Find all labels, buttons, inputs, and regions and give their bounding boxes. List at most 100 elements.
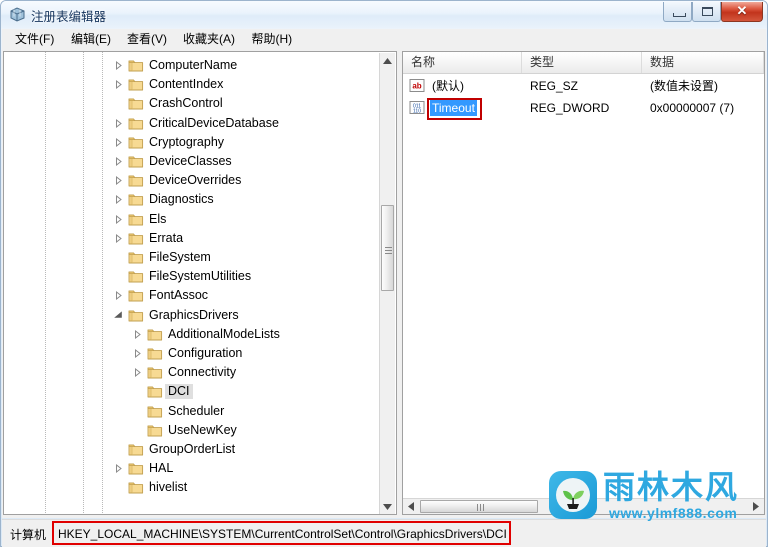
chevron-right-icon[interactable] [114,61,123,70]
chevron-right-icon[interactable] [114,80,123,90]
tree-item-hal[interactable]: HAL [4,459,381,478]
chevron-right-icon[interactable] [114,118,123,128]
tree-item-scheduler[interactable]: Scheduler [4,402,381,421]
chevron-right-icon[interactable] [114,176,123,186]
regedit-icon [9,6,26,23]
tree-item-label: DCI [165,384,193,400]
tree-item-additionalmodelists[interactable]: AdditionalModeLists [4,325,381,344]
chevron-right-icon[interactable] [114,291,123,301]
registry-tree-panel[interactable]: ComputerName ContentIndex CrashControl Crit… [3,51,397,515]
chevron-right-icon[interactable] [114,137,123,147]
tree-item-deviceclasses[interactable]: DeviceClasses [4,152,381,171]
title-bar[interactable]: 注册表编辑器 ✕ [1,1,767,28]
folder-icon [128,135,144,150]
folder-icon [128,192,144,207]
value-row[interactable]: ab (默认) REG_SZ (数值未设置) [403,75,764,97]
folder-icon [147,384,163,399]
tree-item-usenewkey[interactable]: UseNewKey [4,421,381,440]
tree-item-configuration[interactable]: Configuration [4,344,381,363]
chevron-right-icon[interactable] [133,329,142,339]
tree-item-label: AdditionalModeLists [168,326,280,341]
tree-item-deviceoverrides[interactable]: DeviceOverrides [4,171,381,190]
folder-icon [147,327,163,342]
value-row[interactable]: 011 110 Timeout REG_DWORD 0x00000007 (7) [403,97,764,119]
svg-text:110: 110 [413,108,421,114]
tree-item-label: Cryptography [149,134,225,149]
chevron-right-icon[interactable] [114,157,123,166]
folder-icon [128,116,144,131]
folder-icon [128,461,144,476]
chevron-left-icon [408,502,414,511]
string-value-icon: ab [409,78,425,93]
menu-file[interactable]: 文件(F) [10,31,59,48]
tree-item-contentindex[interactable]: ContentIndex [4,75,381,94]
tree-item-label: FileSystem [149,250,211,264]
tree-item-connectivity[interactable]: Connectivity [4,363,381,382]
tree-item-label: CrashControl [149,96,223,111]
folder-icon [128,96,144,111]
folder-icon [147,365,163,380]
menu-view[interactable]: 查看(V) [122,31,172,48]
tree-item-fontassoc[interactable]: FontAssoc [4,286,381,305]
tree-item-label: FontAssoc [149,288,209,303]
tree-item-hivelist[interactable]: hivelist [4,478,381,497]
values-column-header: 名称 类型 数据 [403,52,764,74]
tree-item-label: UseNewKey [168,422,237,437]
registry-editor-window: 注册表编辑器 ✕ 文件(F) 编辑(E) 查看(V) 收藏夹(A) 帮助(H) Comp… [0,0,768,547]
status-computer-label: 计算机 [10,528,47,542]
tree-item-filesystem[interactable]: FileSystem [4,248,381,267]
status-path-text: HKEY_LOCAL_MACHINE\SYSTEM\CurrentControl… [58,527,507,541]
chevron-right-icon[interactable] [114,233,123,243]
folder-icon [128,250,144,265]
watermark-url: www.ylmf888.com [609,505,738,521]
tree-item-cryptography[interactable]: Cryptography [4,133,381,152]
chevron-right-icon[interactable] [133,349,142,358]
column-type[interactable]: 类型 [522,52,642,73]
folder-icon [128,269,144,284]
scroll-left-button[interactable] [403,499,419,514]
tree-item-computername[interactable]: ComputerName [4,56,381,75]
minimize-button[interactable] [663,2,692,22]
maximize-icon [702,7,713,16]
column-name[interactable]: 名称 [403,52,522,73]
registry-values-panel[interactable]: 名称 类型 数据 ab (默认) REG_SZ (数值未设置) 011 110 Timeout R… [402,51,765,515]
tree-scrollbar-thumb[interactable] [381,205,394,291]
folder-icon [128,212,144,227]
tree-item-label: ContentIndex [149,77,224,92]
tree-item-grouporderlist[interactable]: GroupOrderList [4,440,381,459]
tree-item-dci[interactable]: DCI [4,382,381,401]
chevron-up-icon [383,58,392,64]
chevron-right-icon[interactable] [114,214,123,224]
menu-edit[interactable]: 编辑(E) [66,31,116,48]
chevron-right-icon[interactable] [133,368,142,378]
tree-item-graphicsdrivers[interactable]: GraphicsDrivers [4,306,381,325]
chevron-right-icon[interactable] [114,195,123,205]
menu-favorites[interactable]: 收藏夹(A) [178,31,240,48]
folder-icon [147,423,163,438]
menu-help[interactable]: 帮助(H) [247,31,298,48]
tree-item-crashcontrol[interactable]: CrashControl [4,94,381,113]
value-data-cell: (数值未设置) [650,79,718,93]
folder-icon [128,77,144,92]
close-button[interactable]: ✕ [721,2,763,22]
tree-item-label: Scheduler [168,403,225,418]
scroll-down-button[interactable] [380,499,395,514]
tree-vertical-scrollbar[interactable] [379,53,395,514]
tree-item-label: DeviceClasses [149,154,232,168]
value-name-label: (默认) [432,79,464,93]
values-scrollbar-thumb[interactable] [420,500,538,513]
tree-item-filesystemutilities[interactable]: FileSystemUtilities [4,267,381,286]
tree-item-label: GroupOrderList [149,442,236,456]
folder-icon [128,154,144,169]
svg-text:ab: ab [412,82,421,91]
watermark: 雨林木风 www.ylmf888.com [549,467,765,525]
maximize-button[interactable] [692,2,721,22]
tree-item-criticaldevicedatabase[interactable]: CriticalDeviceDatabase [4,114,381,133]
tree-item-errata[interactable]: Errata [4,229,381,248]
column-data[interactable]: 数据 [642,52,764,73]
tree-item-diagnostics[interactable]: Diagnostics [4,190,381,209]
tree-item-els[interactable]: Els [4,210,381,229]
chevron-down-icon[interactable] [114,310,123,320]
scroll-up-button[interactable] [380,53,395,69]
chevron-right-icon[interactable] [114,464,123,474]
